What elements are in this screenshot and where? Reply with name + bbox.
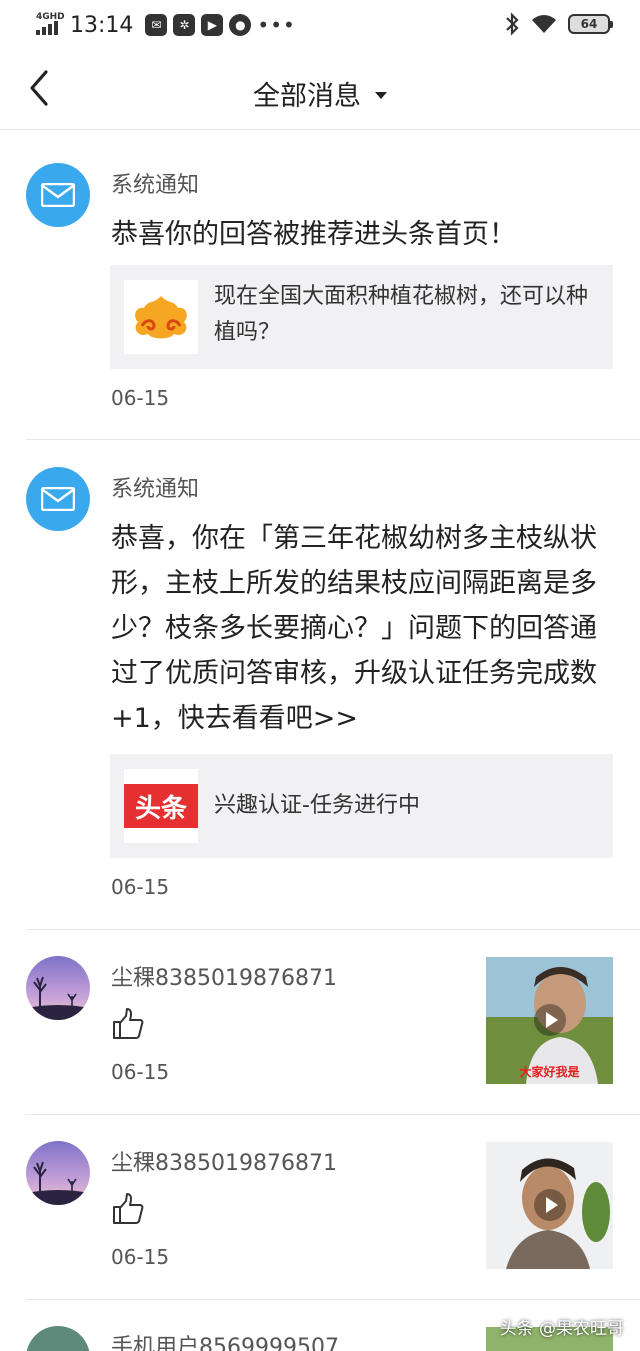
- message-list: 系统通知 恭喜你的回答被推荐进头条首页！ 现在全国大面积种植花椒树，还可以种植吗…: [0, 130, 640, 1351]
- battery-level: 64: [580, 17, 598, 31]
- sender-name: 尘稞8385019876871: [111, 966, 337, 991]
- pinwheel-icon: ✲: [173, 14, 196, 36]
- message-date: 06-15: [111, 1245, 170, 1269]
- status-bar: 4GHD 13:14 ✉ ✲ ▶ ● ••• 64: [0, 0, 640, 50]
- play-icon: [534, 1189, 566, 1221]
- thumbs-up-icon: [113, 1008, 144, 1039]
- watermark: 头条 @果农旺哥: [499, 1319, 624, 1339]
- nav-bar: 全部消息: [0, 50, 640, 130]
- status-time: 13:14: [70, 12, 134, 38]
- sender-name: 系统通知: [111, 477, 200, 502]
- linked-question-card[interactable]: 现在全国大面积种植花椒树，还可以种植吗？: [110, 265, 613, 369]
- battery-icon: 64: [568, 14, 613, 34]
- caret-down-icon: [375, 92, 387, 99]
- user-avatar[interactable]: [26, 1141, 90, 1205]
- thumbs-up-icon: [113, 1193, 144, 1224]
- envelope-icon: [41, 183, 75, 207]
- video-caption: 大家好我是: [519, 1065, 580, 1079]
- media-icon: ▶: [201, 14, 224, 36]
- message-body: 恭喜，你在「第三年花椒幼树多主枝纵状形，主枝上所发的结果枝应间隔距离是多少？枝条…: [111, 523, 597, 734]
- message-filter-dropdown[interactable]: 全部消息: [0, 74, 640, 113]
- user-avatar[interactable]: [26, 956, 90, 1020]
- sender-name: 系统通知: [111, 173, 200, 198]
- golden-cloud-icon: [124, 280, 198, 354]
- sender-name: 手机用户8569999507: [111, 1335, 339, 1351]
- status-left: 4GHD 13:14 ✉ ✲ ▶ ● •••: [34, 10, 296, 40]
- video-thumbnail[interactable]: 大家好我是: [486, 957, 613, 1084]
- card-task-text: 兴趣认证-任务进行中: [214, 793, 420, 818]
- bluetooth-icon: [506, 12, 519, 36]
- message-body: 恭喜你的回答被推荐进头条首页！: [111, 219, 516, 250]
- message-date: 06-15: [111, 1060, 170, 1084]
- system-notice-avatar: [26, 163, 90, 227]
- signal-icon: 4GHD: [34, 12, 65, 38]
- message-date: 06-15: [111, 386, 170, 410]
- sender-name: 尘稞8385019876871: [111, 1151, 337, 1176]
- wifi-icon: [532, 15, 556, 33]
- message-item[interactable]: 尘稞8385019876871 06-15 大家好我是: [0, 930, 640, 1115]
- mail-icon: ✉: [145, 14, 168, 36]
- page-title: 全部消息: [253, 81, 361, 112]
- toutiao-logo: 头条: [124, 769, 198, 843]
- message-item[interactable]: 系统通知 恭喜，你在「第三年花椒幼树多主枝纵状形，主枝上所发的结果枝应间隔距离是…: [0, 440, 640, 930]
- message-date: 06-15: [111, 875, 170, 899]
- user-avatar[interactable]: [26, 1326, 90, 1351]
- message-item[interactable]: 尘稞8385019876871 06-15: [0, 1115, 640, 1300]
- more-dots-icon: •••: [257, 13, 296, 37]
- card-question-text: 现在全国大面积种植花椒树，还可以种植吗？: [214, 284, 589, 345]
- message-item[interactable]: 系统通知 恭喜你的回答被推荐进头条首页！ 现在全国大面积种植花椒树，还可以种植吗…: [0, 130, 640, 440]
- play-icon: [534, 1004, 566, 1036]
- status-right: 64: [504, 12, 613, 36]
- envelope-icon: [41, 487, 75, 511]
- certification-task-card[interactable]: 头条 兴趣认证-任务进行中: [110, 754, 613, 858]
- video-thumbnail[interactable]: [486, 1142, 613, 1269]
- toutiao-logo-text: 头条: [124, 784, 198, 828]
- system-notice-avatar: [26, 467, 90, 531]
- app-icon: ●: [229, 14, 252, 36]
